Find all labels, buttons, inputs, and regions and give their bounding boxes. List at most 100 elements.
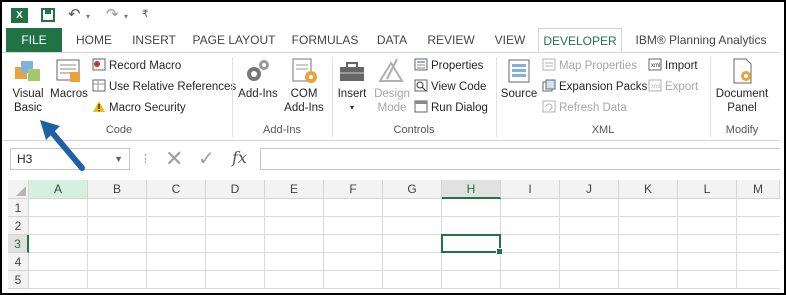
undo-icon[interactable]: ↶ (68, 5, 81, 23)
column-header-i[interactable]: I (501, 180, 560, 199)
gridline (382, 199, 383, 288)
insert-function-icon[interactable]: fx (232, 148, 247, 167)
com-add-ins-button[interactable]: COM Add-Ins (282, 57, 326, 115)
design-mode-label-1: Design (374, 88, 410, 100)
column-header-h[interactable]: H (442, 180, 501, 199)
column-header-m[interactable]: M (737, 180, 780, 199)
xml-group-label: XML (591, 124, 615, 136)
column-header-k[interactable]: K (619, 180, 678, 199)
column-header-f[interactable]: F (324, 180, 383, 199)
record-macro-icon (92, 58, 106, 71)
save-icon[interactable] (41, 8, 55, 22)
gridline (29, 216, 780, 217)
properties-button[interactable]: Properties (414, 58, 483, 74)
design-mode-label-2: Mode (377, 102, 407, 114)
select-all-button[interactable] (8, 180, 29, 199)
column-header-j[interactable]: J (560, 180, 619, 199)
column-header-b[interactable]: B (88, 180, 147, 199)
gridline (618, 199, 619, 288)
gridline (559, 199, 560, 288)
column-header-e[interactable]: E (265, 180, 324, 199)
undo-dropdown-icon[interactable]: ▾ (86, 12, 90, 21)
map-properties-label: Map Properties (559, 60, 637, 72)
formula-bar: H3 ▼ ⋮ ✕ ✓ fx (2, 142, 780, 178)
worksheet-grid[interactable]: ABCDEFGHIJKLM 12345 (2, 178, 780, 289)
tab-insert[interactable]: INSERT (126, 28, 182, 52)
column-header-a[interactable]: A (29, 180, 88, 199)
enter-check-icon[interactable]: ✓ (198, 146, 215, 171)
row-header-1[interactable]: 1 (8, 199, 29, 217)
macro-security-button[interactable]: Macro Security (92, 100, 186, 116)
excel-logo-icon: X (11, 8, 28, 23)
toolbox-icon (337, 57, 367, 85)
record-macro-button[interactable]: Record Macro (92, 58, 181, 74)
visual-basic-label-1: Visual (12, 88, 44, 100)
tab-ibm-planning-analytics[interactable]: IBM® Planning Analytics (628, 28, 774, 52)
annotation-arrow (40, 120, 85, 171)
tab-view[interactable]: VIEW (488, 28, 532, 52)
run-dialog-label: Run Dialog (431, 102, 488, 114)
name-box-value: H3 (17, 152, 33, 166)
source-label: Source (500, 88, 538, 100)
column-header-g[interactable]: G (383, 180, 442, 199)
customize-toolbar-icon[interactable]: ₹ (142, 9, 148, 20)
tab-review[interactable]: REVIEW (420, 28, 482, 52)
gridline (736, 199, 737, 288)
row-header-5[interactable]: 5 (8, 271, 29, 289)
formula-input[interactable] (260, 148, 780, 170)
run-dialog-button[interactable]: Run Dialog (414, 100, 488, 116)
import-button[interactable]: xml Import (648, 58, 698, 74)
insert-control-button[interactable]: Insert ▾ (334, 57, 370, 115)
redo-icon[interactable]: ↷ (106, 5, 119, 23)
row-header-2[interactable]: 2 (8, 217, 29, 235)
export-button[interactable]: xml Export (648, 79, 698, 95)
column-header-c[interactable]: C (147, 180, 206, 199)
quick-access-toolbar: X ↶ ▾ ↷ ▾ ₹ (2, 2, 780, 28)
macros-icon (54, 57, 84, 85)
design-mode-button[interactable]: Design Mode (372, 57, 412, 115)
refresh-data-label: Refresh Data (559, 102, 627, 114)
view-code-button[interactable]: View Code (414, 79, 486, 95)
group-divider (332, 57, 333, 137)
row-header-4[interactable]: 4 (8, 253, 29, 271)
chevron-down-icon[interactable]: ▼ (114, 149, 123, 169)
map-properties-button[interactable]: Map Properties (542, 58, 637, 74)
macro-security-label: Macro Security (109, 102, 186, 114)
gridline (29, 234, 780, 235)
document-panel-label-1: Document (715, 88, 769, 100)
insert-label: Insert (337, 88, 367, 100)
relative-references-icon (92, 79, 106, 92)
gridline (87, 199, 88, 288)
expansion-packs-button[interactable]: Expansion Packs (542, 79, 647, 95)
row-header-3[interactable]: 3 (8, 235, 29, 253)
macros-button[interactable]: Macros (48, 57, 90, 101)
expansion-packs-icon (542, 79, 556, 92)
use-relative-references-button[interactable]: Use Relative References (92, 79, 236, 95)
gridline (29, 270, 780, 271)
refresh-data-button[interactable]: Refresh Data (542, 100, 627, 116)
gridline (146, 199, 147, 288)
visual-basic-icon (13, 57, 43, 85)
tab-file[interactable]: FILE (6, 28, 62, 52)
gridline (323, 199, 324, 288)
column-header-l[interactable]: L (678, 180, 737, 199)
import-icon: xml (648, 58, 662, 71)
add-ins-button[interactable]: Add-Ins (236, 57, 280, 101)
tab-home[interactable]: HOME (68, 28, 120, 52)
svg-text:xml: xml (651, 63, 660, 69)
tab-developer[interactable]: DEVELOPER (538, 28, 622, 53)
cancel-icon[interactable]: ✕ (165, 146, 183, 172)
active-cell[interactable] (441, 234, 503, 255)
controls-group-label: Controls (393, 124, 435, 136)
export-label: Export (665, 81, 699, 93)
visual-basic-button[interactable]: Visual Basic (8, 57, 48, 115)
com-add-ins-icon (289, 57, 319, 85)
source-button[interactable]: Source (498, 57, 540, 101)
redo-dropdown-icon[interactable]: ▾ (124, 12, 128, 21)
gridline (677, 199, 678, 288)
tab-page-layout[interactable]: PAGE LAYOUT (188, 28, 280, 52)
column-header-d[interactable]: D (206, 180, 265, 199)
tab-data[interactable]: DATA (370, 28, 414, 52)
tab-formulas[interactable]: FORMULAS (286, 28, 364, 52)
document-panel-button[interactable]: Document Panel (712, 57, 772, 115)
